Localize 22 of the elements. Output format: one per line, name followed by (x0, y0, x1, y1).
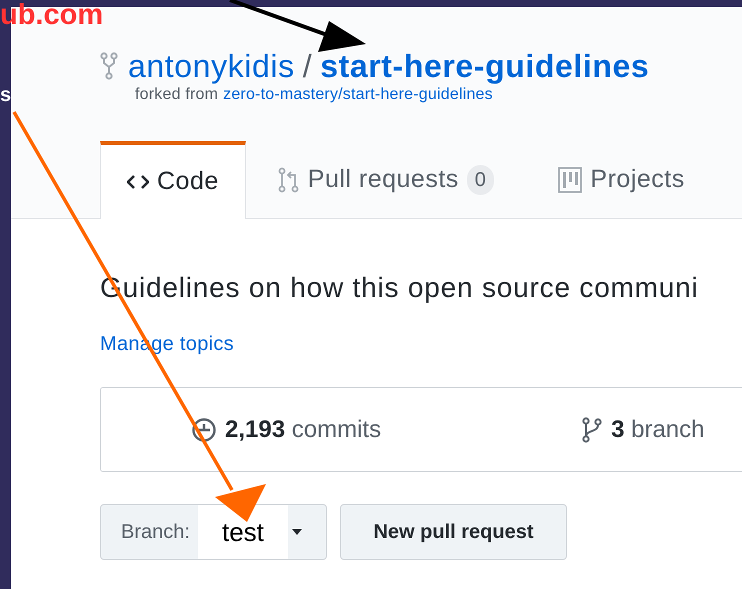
project-board-icon (558, 167, 582, 193)
repository-link[interactable]: start-here-guidelines (320, 47, 650, 85)
count-badge: 0 (466, 165, 494, 195)
branch-icon (581, 416, 604, 444)
code-icon (127, 174, 149, 190)
annotation-label: test (198, 505, 288, 559)
path-separator: / (302, 47, 312, 85)
fork-source-link[interactable]: zero-to-mastery/start-here-guidelines (223, 83, 493, 107)
caret-icon (292, 529, 302, 535)
repo-tab[interactable]: Projects (526, 141, 717, 219)
pull-request-icon (278, 167, 300, 193)
fork-icon (100, 52, 118, 80)
forked-from-text: forked from (135, 85, 218, 105)
annotation-text: s (0, 83, 12, 108)
stats-link[interactable]: 3 branch (581, 412, 704, 448)
repo-tab[interactable]: Code (100, 141, 246, 219)
repo-tab[interactable]: Pull requests 0 (246, 141, 526, 219)
new-pull-request-button[interactable]: New pull request (340, 504, 567, 560)
branch-select-button[interactable]: Branch: test (100, 504, 327, 560)
owner-link[interactable]: antonykidis (128, 47, 295, 85)
stats-link[interactable]: 2,193 commits (191, 412, 382, 448)
history-icon (191, 416, 217, 442)
